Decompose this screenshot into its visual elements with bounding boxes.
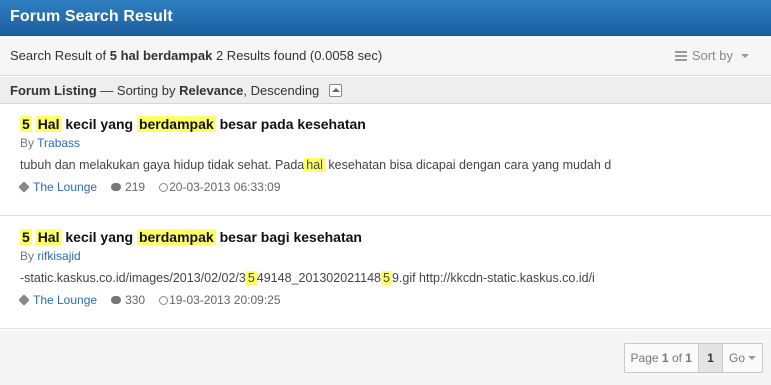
result-author: By rifkisajid	[20, 249, 81, 263]
collapse-toggle-button[interactable]	[329, 84, 343, 97]
highlight: berdampak	[136, 116, 216, 132]
forum-listing-bar: Forum Listing — Sorting by Relevance, De…	[0, 77, 771, 104]
search-summary-text: Search Result of 5 hal berdampak 2 Resul…	[10, 48, 382, 63]
post-date: 19-03-2013 20:09:25	[169, 293, 281, 307]
author-link[interactable]: rifkisajid	[37, 249, 80, 263]
page-title: Forum Search Result	[10, 8, 173, 25]
results-count: 2 Results found (0.0058 sec)	[215, 48, 383, 63]
highlight: 5	[381, 271, 392, 285]
by-label: By	[20, 136, 35, 150]
result-meta: The Lounge 219 20-03-2013 06:33:09	[18, 180, 281, 194]
chevron-down-icon	[741, 53, 749, 58]
snippet-text: tubuh dan melakukan gaya hidup tidak seh…	[20, 158, 305, 172]
pagination-footer: Page 1 of 1 1 Go	[0, 330, 771, 385]
result-title-link[interactable]: 5 Hal kecil yang berdampak besar bagi ke…	[20, 229, 362, 245]
reply-count: 219	[125, 180, 146, 194]
result-snippet: -static.kaskus.co.id/images/2013/02/02/3…	[20, 271, 595, 285]
total-pages: 1	[685, 351, 692, 365]
highlight: 5	[20, 116, 32, 132]
page-button[interactable]: 1	[698, 344, 723, 372]
of-label: of	[671, 351, 682, 365]
result-snippet: tubuh dan melakukan gaya hidup tidak seh…	[20, 158, 611, 172]
forum-link[interactable]: The Lounge	[33, 180, 97, 194]
snippet-text: kesehatan bisa dicapai dengan cara yang …	[324, 158, 612, 172]
clock-icon	[159, 182, 169, 192]
snippet-text: -static.kaskus.co.id/images/2013/02/02/3	[20, 271, 246, 285]
highlight: 5	[245, 271, 257, 285]
comment-icon	[111, 296, 122, 304]
sort-by-dropdown[interactable]: Sort by	[674, 48, 749, 63]
title-text: besar bagi kesehatan	[219, 229, 362, 245]
result-title-link[interactable]: 5 Hal kecil yang berdampak besar pada ke…	[20, 116, 366, 132]
reply-count: 330	[125, 293, 146, 307]
result-meta: The Lounge 330 19-03-2013 20:09:25	[18, 293, 281, 307]
snippet-text: 49148_201302021148	[256, 271, 381, 285]
comment-icon	[111, 183, 122, 191]
chevron-down-icon	[748, 356, 756, 360]
highlight: Hal	[35, 229, 62, 245]
clock-icon	[159, 295, 169, 305]
tag-icon	[18, 181, 30, 193]
list-icon	[674, 50, 687, 61]
search-summary: Search Result of 5 hal berdampak 2 Resul…	[0, 36, 771, 76]
forum-link[interactable]: The Lounge	[33, 293, 97, 307]
sort-by-label: Sort by	[691, 48, 733, 63]
search-query: 5 hal berdampak	[109, 48, 213, 63]
snippet-text: 9.gif http://kkcdn-static.kaskus.co.id/i	[391, 271, 595, 285]
highlight: 5	[20, 229, 32, 245]
tag-icon	[18, 294, 30, 306]
current-page: 1	[661, 351, 669, 365]
highlight: hal	[304, 158, 325, 172]
header-bar: Forum Search Result	[0, 0, 771, 36]
highlight: Hal	[35, 116, 62, 132]
title-text: kecil yang	[65, 116, 134, 132]
summary-prefix: Search Result of	[10, 48, 107, 63]
search-result-item: 5 Hal kecil yang berdampak besar bagi ke…	[0, 217, 771, 329]
listing-title: Forum Listing	[10, 83, 97, 98]
post-date: 20-03-2013 06:33:09	[169, 180, 281, 194]
title-text: besar pada kesehatan	[219, 116, 366, 132]
sort-field: Relevance	[179, 83, 244, 98]
by-label: By	[20, 249, 35, 263]
sort-order: , Descending	[243, 83, 320, 98]
sorting-prefix: — Sorting by	[100, 83, 176, 98]
forum-listing-heading: Forum Listing — Sorting by Relevance, De…	[10, 83, 343, 98]
go-label: Go	[728, 351, 745, 365]
highlight: berdampak	[136, 229, 216, 245]
pagination: Page 1 of 1 1 Go	[623, 343, 763, 373]
page-label: Page	[630, 351, 659, 365]
result-author: By Trabass	[20, 136, 80, 150]
go-dropdown[interactable]: Go	[723, 344, 762, 372]
search-result-item: 5 Hal kecil yang berdampak besar pada ke…	[0, 104, 771, 216]
title-text: kecil yang	[65, 229, 134, 245]
page-info: Page 1 of 1	[625, 344, 699, 372]
author-link[interactable]: Trabass	[37, 136, 80, 150]
